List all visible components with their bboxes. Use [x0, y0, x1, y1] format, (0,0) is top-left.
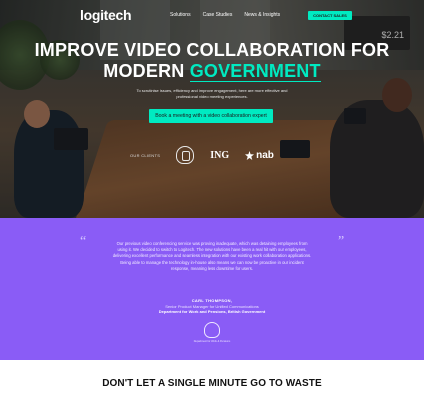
section-title: DON'T LET A SINGLE MINUTE GO TO WASTE — [102, 378, 322, 389]
hero-subtitle: To scrutinise issues, efficiency and imp… — [136, 88, 288, 99]
dwp-crest-icon — [204, 322, 220, 338]
nab-logo-text: nab — [256, 149, 274, 161]
open-quote-icon: “ — [80, 234, 87, 249]
hero-title-accent: GOVERNMENT — [189, 61, 321, 82]
nab-logo: nab — [245, 150, 274, 161]
ing-logo: ING — [210, 149, 230, 161]
hero-title-line1: IMPROVE VIDEO COLLABORATION FOR — [34, 40, 390, 60]
nav-link-news-insights[interactable]: News & Insights — [244, 12, 280, 18]
testimonial-quote: Our previous video conferencing service … — [112, 241, 312, 271]
clients-row: OUR CLIENTS ING nab — [130, 146, 274, 164]
nab-star-icon — [245, 150, 255, 160]
top-nav: logitech Solutions Case Studies News & I… — [0, 0, 424, 30]
hero-section: $2.21 logitech Solutions Case Studies Ne… — [0, 0, 424, 218]
clients-label: OUR CLIENTS — [130, 152, 161, 158]
royal-crest-logo-icon — [176, 146, 195, 164]
dwp-crest-caption: Department for Work & Pensions — [193, 340, 231, 343]
nav-link-solutions[interactable]: Solutions — [170, 12, 191, 18]
nav-links: Solutions Case Studies News & Insights — [170, 12, 280, 18]
nav-link-case-studies[interactable]: Case Studies — [203, 12, 233, 18]
testimonial-author-dept: Department for Work and Pensions, Britis… — [158, 309, 266, 314]
logitech-logo[interactable]: logitech — [80, 7, 132, 23]
book-meeting-button[interactable]: Book a meeting with a video collaboratio… — [149, 109, 273, 123]
testimonial-section: “ ” Our previous video conferencing serv… — [0, 218, 424, 360]
close-quote-icon: ” — [338, 234, 345, 249]
hero-title-prefix: MODERN — [103, 61, 190, 81]
contact-sales-button[interactable]: CONTACT SALES — [308, 11, 352, 20]
testimonial-author-name: CARL THOMPSON, — [191, 298, 233, 303]
hero-title-line2: MODERN GOVERNMENT — [0, 61, 424, 82]
